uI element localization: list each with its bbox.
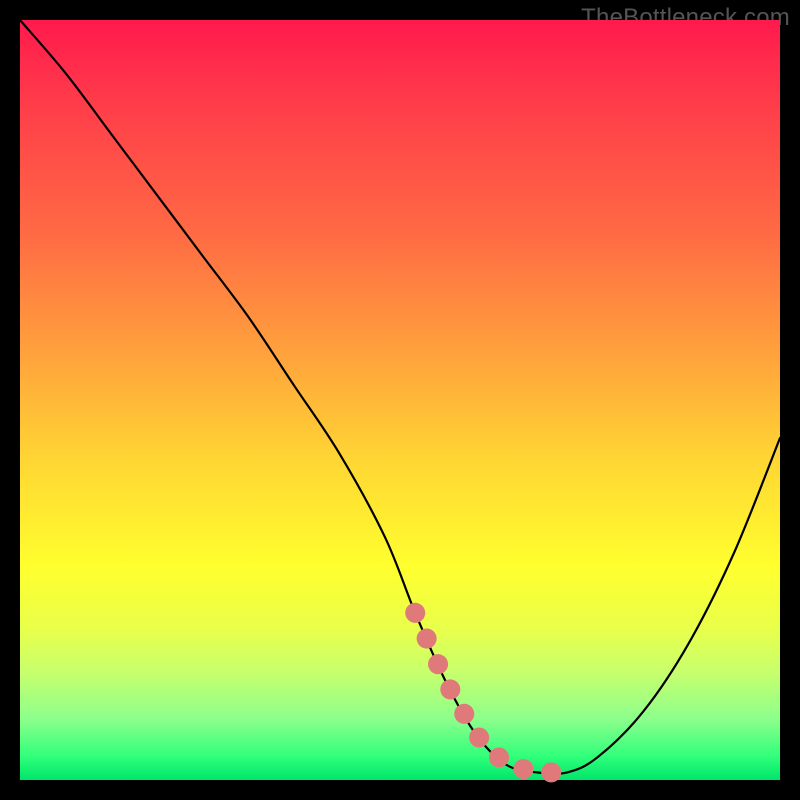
optimal-zone-dots — [415, 613, 567, 773]
bottleneck-curve-line — [20, 20, 780, 774]
plot-area — [20, 20, 780, 780]
chart-frame: TheBottleneck.com — [0, 0, 800, 800]
curve-svg — [20, 20, 780, 780]
